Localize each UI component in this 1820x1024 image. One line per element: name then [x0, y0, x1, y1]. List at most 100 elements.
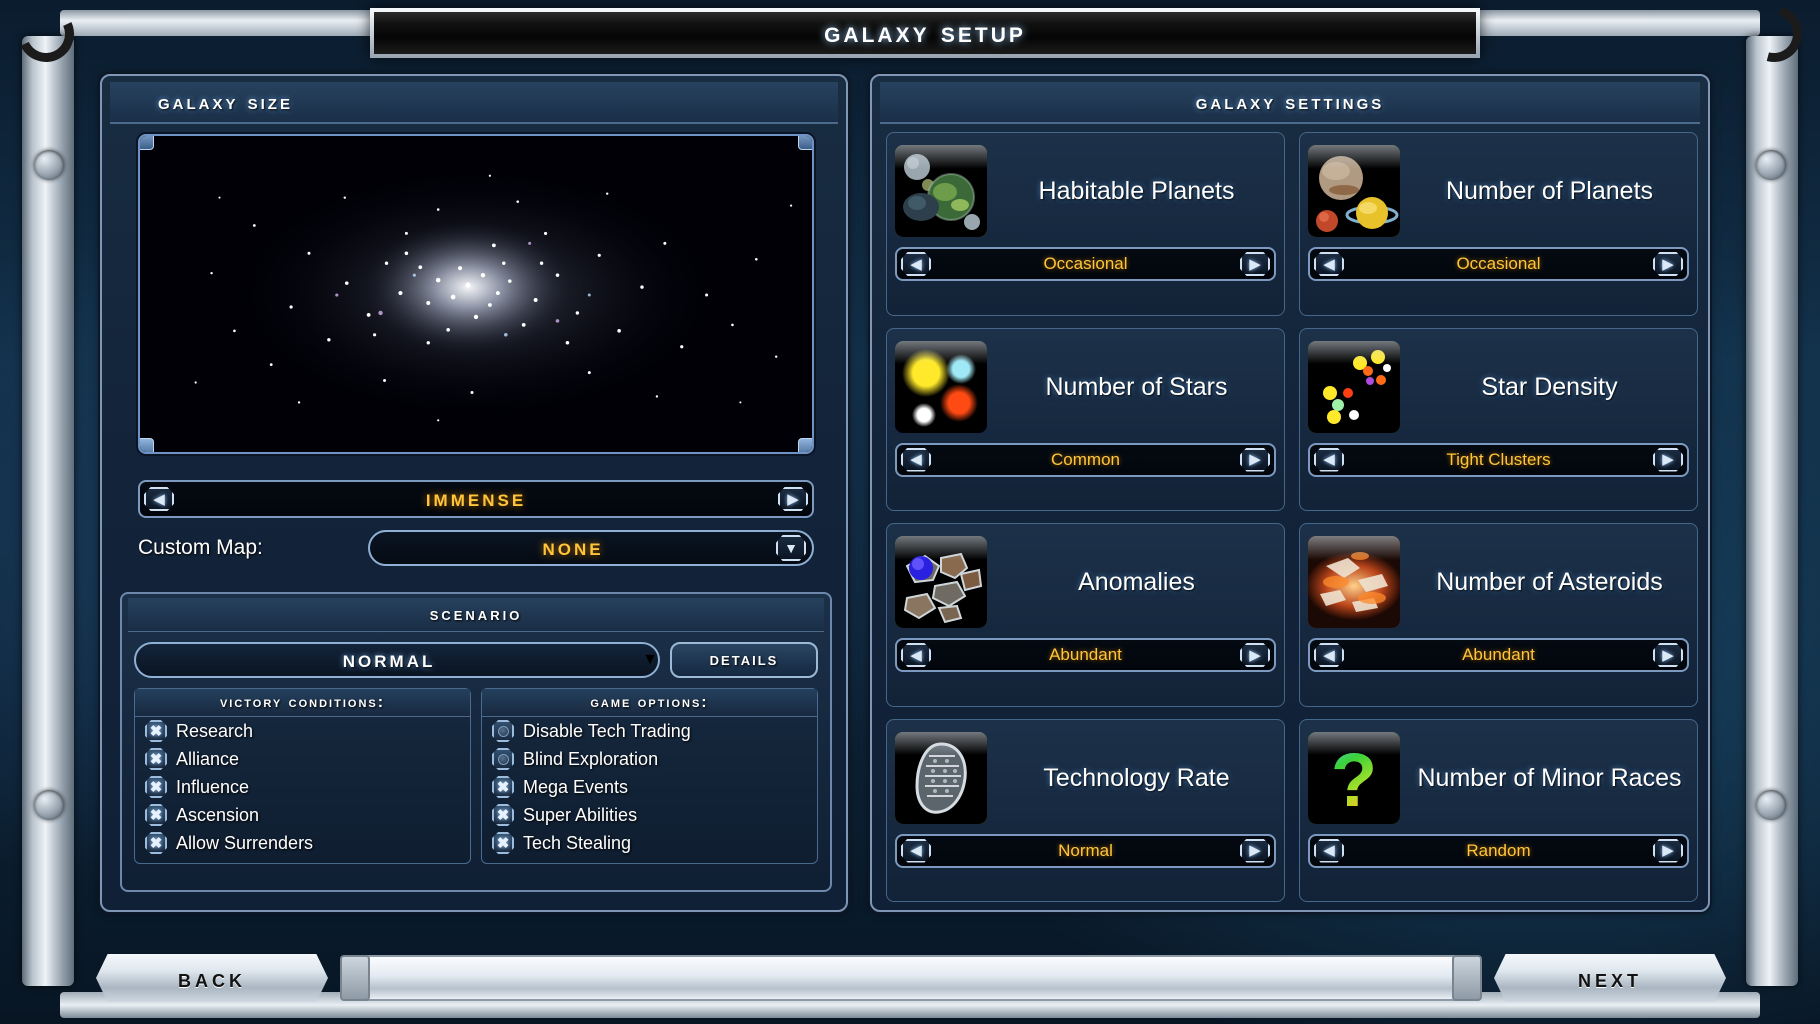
anomalies-spinner[interactable]: ◀ Abundant ▶: [895, 638, 1276, 672]
galaxy-size-prev-button[interactable]: ◀: [144, 487, 174, 511]
anomalies-icon: [895, 536, 987, 628]
conditions-columns: Victory Conditions: ✖ Research ✖ Allianc…: [122, 678, 830, 874]
chevron-down-icon[interactable]: ▼: [642, 651, 658, 669]
scenario-section: Scenario Normal ▼ Details Victory Condit…: [120, 592, 832, 892]
game-option-tech-stealing[interactable]: ✖ Tech Stealing: [482, 829, 817, 857]
chevron-down-icon[interactable]: ▼: [776, 535, 806, 561]
victory-option-influence[interactable]: ✖ Influence: [135, 773, 470, 801]
number-of-stars-next-button[interactable]: ▶: [1240, 447, 1270, 472]
back-button[interactable]: Back: [96, 954, 328, 1002]
setting-card-technology-rate: Technology Rate ◀ Normal ▶: [886, 718, 1285, 902]
setting-card-number-of-asteroids: Number of Asteroids ◀ Abundant ▶: [1299, 523, 1698, 707]
star-density-prev-button[interactable]: ◀: [1314, 447, 1344, 472]
setting-card-number-of-minor-races: ? Number of Minor Races ◀ Random ▶: [1299, 718, 1698, 902]
card-top: ? Number of Minor Races: [1308, 728, 1689, 828]
galaxy-preview: [138, 134, 814, 454]
scenario-dropdown[interactable]: Normal ▼: [134, 642, 660, 678]
setting-card-star-density: Star Density ◀ Tight Clusters ▶: [1299, 327, 1698, 511]
victory-option-label: Ascension: [176, 804, 260, 825]
habitable-planets-spinner[interactable]: ◀ Occasional ▶: [895, 247, 1276, 281]
habitable-planets-next-button[interactable]: ▶: [1240, 252, 1270, 276]
game-option-label: Mega Events: [523, 776, 629, 797]
card-top: Number of Asteroids: [1308, 532, 1689, 632]
checkbox-checked-icon[interactable]: ✖: [145, 720, 167, 742]
next-button[interactable]: Next: [1494, 954, 1726, 1002]
game-option-label: Super Abilities: [523, 804, 638, 825]
anomalies-value: Abundant: [1049, 645, 1122, 664]
number-of-asteroids-spinner[interactable]: ◀ Abundant ▶: [1308, 638, 1689, 672]
habitable-planets-prev-button[interactable]: ◀: [901, 252, 931, 276]
galaxy-settings-panel: Galaxy Settings: [870, 74, 1710, 912]
number-of-planets-icon: [1308, 145, 1400, 237]
habitable-planets-icon: [895, 145, 987, 237]
preview-corner-handle: [798, 438, 812, 452]
number-of-minor-races-value: Random: [1466, 840, 1531, 860]
checkbox-checked-icon[interactable]: ✖: [145, 804, 167, 826]
victory-option-label: Influence: [176, 776, 250, 797]
minor-races-question-icon: ?: [1308, 731, 1400, 824]
checkbox-checked-icon[interactable]: ✖: [145, 748, 167, 770]
number-of-stars-value: Common: [1051, 449, 1120, 469]
card-label: Anomalies: [1078, 568, 1195, 596]
galaxy-size-spinner[interactable]: ◀ Immense ▶: [138, 480, 814, 518]
game-option-mega-events[interactable]: ✖ Mega Events: [482, 773, 817, 801]
progress-track[interactable]: [340, 955, 1482, 1001]
game-options-column: Game Options: Disable Tech Trading Blind…: [481, 688, 818, 864]
custom-map-dropdown[interactable]: None ▼: [368, 530, 814, 566]
technology-rate-prev-button[interactable]: ◀: [901, 838, 931, 863]
checkbox-unchecked-icon[interactable]: [492, 748, 514, 770]
card-label: Technology Rate: [1043, 763, 1230, 792]
game-option-blind-exploration[interactable]: Blind Exploration: [482, 745, 817, 773]
card-label: Habitable Planets: [1038, 177, 1235, 205]
settings-grid: Habitable Planets ◀ Occasional ▶ Number …: [886, 132, 1698, 902]
number-of-stars-prev-button[interactable]: ◀: [901, 447, 931, 472]
number-of-asteroids-next-button[interactable]: ▶: [1653, 643, 1683, 667]
bolt-icon: [1756, 790, 1786, 820]
habitable-planets-value: Occasional: [1043, 254, 1128, 273]
technology-rate-next-button[interactable]: ▶: [1240, 838, 1270, 863]
checkbox-checked-icon[interactable]: ✖: [492, 804, 514, 826]
setting-card-number-of-planets: Number of Planets ◀ Occasional ▶: [1299, 132, 1698, 316]
number-of-minor-races-prev-button[interactable]: ◀: [1314, 838, 1344, 863]
number-of-planets-prev-button[interactable]: ◀: [1314, 252, 1344, 276]
galaxy-size-title: Galaxy Size: [158, 89, 293, 114]
details-button[interactable]: Details: [670, 642, 818, 678]
galaxy-size-next-button[interactable]: ▶: [778, 487, 808, 511]
checkbox-checked-icon[interactable]: ✖: [492, 832, 514, 854]
number-of-asteroids-prev-button[interactable]: ◀: [1314, 643, 1344, 667]
star-density-next-button[interactable]: ▶: [1653, 447, 1683, 472]
card-top: Number of Planets: [1308, 141, 1689, 241]
card-label: Number of Asteroids: [1436, 568, 1663, 596]
checkbox-checked-icon[interactable]: ✖: [145, 832, 167, 854]
victory-conditions-title: Victory Conditions:: [219, 693, 386, 711]
preview-corner-handle: [140, 136, 154, 150]
game-options-header: Game Options:: [482, 689, 817, 717]
number-of-planets-spinner[interactable]: ◀ Occasional ▶: [1308, 247, 1689, 281]
setting-card-number-of-stars: Number of Stars ◀ Common ▶: [886, 327, 1285, 511]
anomalies-prev-button[interactable]: ◀: [901, 643, 931, 667]
victory-option-allow-surrenders[interactable]: ✖ Allow Surrenders: [135, 829, 470, 857]
card-top: Star Density: [1308, 337, 1689, 437]
card-top: Technology Rate: [895, 728, 1276, 828]
checkbox-checked-icon[interactable]: ✖: [492, 776, 514, 798]
checkbox-unchecked-icon[interactable]: [492, 720, 514, 742]
victory-option-label: Research: [176, 720, 254, 741]
technology-rate-spinner[interactable]: ◀ Normal ▶: [895, 833, 1276, 868]
checkbox-checked-icon[interactable]: ✖: [145, 776, 167, 798]
anomalies-next-button[interactable]: ▶: [1240, 643, 1270, 667]
number-of-stars-spinner[interactable]: ◀ Common ▶: [895, 442, 1276, 477]
number-of-minor-races-next-button[interactable]: ▶: [1653, 838, 1683, 863]
game-option-disable-tech-trading[interactable]: Disable Tech Trading: [482, 717, 817, 745]
number-of-planets-next-button[interactable]: ▶: [1653, 252, 1683, 276]
custom-map-row: Custom Map: None ▼: [138, 528, 814, 568]
star-density-spinner[interactable]: ◀ Tight Clusters ▶: [1308, 442, 1689, 477]
victory-option-ascension[interactable]: ✖ Ascension: [135, 801, 470, 829]
card-top: Anomalies: [895, 532, 1276, 632]
scenario-header: Scenario: [128, 598, 824, 632]
game-option-super-abilities[interactable]: ✖ Super Abilities: [482, 801, 817, 829]
victory-option-alliance[interactable]: ✖ Alliance: [135, 745, 470, 773]
page-title: Galaxy Setup: [824, 16, 1026, 49]
preview-corner-handle: [140, 438, 154, 452]
victory-option-research[interactable]: ✖ Research: [135, 717, 470, 745]
number-of-minor-races-spinner[interactable]: ◀ Random ▶: [1308, 833, 1689, 868]
